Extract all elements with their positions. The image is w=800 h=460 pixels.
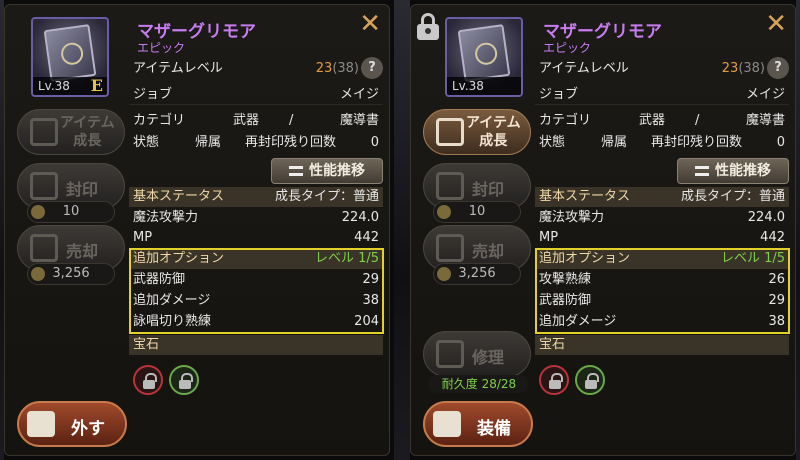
item-level-value: 23 xyxy=(721,61,739,76)
item-level-max: (38) xyxy=(738,61,765,76)
highlight-box xyxy=(129,248,384,334)
equipped-badge: E xyxy=(90,76,103,95)
performance-trend-button[interactable]: 性能推移 xyxy=(677,158,789,184)
performance-trend-button[interactable]: 性能推移 xyxy=(271,158,383,184)
help-button[interactable]: ? xyxy=(361,57,383,79)
stat-row: 魔法攻撃力 224.0 xyxy=(539,210,785,225)
gem-slot-locked[interactable] xyxy=(169,365,199,395)
lock-icon xyxy=(549,373,563,389)
category-row: カテゴリ 武器 / 魔導書 xyxy=(539,113,785,128)
item-level-max: (38) xyxy=(332,61,359,76)
state-row: 状態 帰属 再封印残り回数 0 xyxy=(539,135,785,150)
sell-price: 3,256 xyxy=(433,263,521,285)
seal-count: 10 xyxy=(27,201,115,223)
item-level-row: アイテムレベル 23(38) ? xyxy=(129,57,383,79)
armor-icon xyxy=(433,411,461,437)
grimoire-icon xyxy=(43,24,97,82)
sell-price: 3,256 xyxy=(27,263,115,285)
unequip-button[interactable]: 外す xyxy=(17,401,127,447)
state-row: 状態 帰属 再封印残り回数 0 xyxy=(133,135,379,150)
item-growth-button[interactable]: アイテム 成長 xyxy=(423,109,531,155)
lock-icon xyxy=(585,373,599,389)
job-row: ジョブ メイジ xyxy=(535,85,789,105)
close-icon[interactable]: ✕ xyxy=(765,11,787,37)
item-growth-button[interactable]: アイテム 成長 xyxy=(17,109,125,155)
stat-row: MP 442 xyxy=(539,230,785,245)
gem-slot-locked[interactable] xyxy=(539,365,569,395)
base-status-header: 基本ステータス 成長タイプ：普通 xyxy=(535,187,789,207)
repair-button[interactable]: 修理 xyxy=(423,331,531,377)
lock-icon xyxy=(143,373,157,389)
item-level-row: アイテムレベル 23(38) ? xyxy=(535,57,789,79)
item-panel-equipped: ✕ Lv.38 E マザーグリモア エピック アイテムレベル 23(38) ? … xyxy=(4,4,390,456)
trend-icon xyxy=(695,166,709,176)
hammer-icon xyxy=(436,340,464,368)
category-row: カテゴリ 武器 / 魔導書 xyxy=(133,113,379,128)
item-icon: Lv.38 xyxy=(445,17,523,97)
gem-slot-locked[interactable] xyxy=(133,365,163,395)
gem-header: 宝石 xyxy=(129,335,383,355)
gem-slot-locked[interactable] xyxy=(575,365,605,395)
trend-icon xyxy=(289,166,303,176)
item-panel-compare: ✕ Lv.38 マザーグリモア エピック アイテムレベル 23(38) ? ジョ… xyxy=(410,4,796,456)
armor-icon xyxy=(27,411,55,437)
item-rarity: エピック xyxy=(137,41,186,55)
close-icon[interactable]: ✕ xyxy=(359,11,381,37)
grimoire-icon xyxy=(457,24,511,82)
help-button[interactable]: ? xyxy=(767,57,789,79)
highlight-box xyxy=(535,248,790,334)
durability-label: 耐久度 28/28 xyxy=(429,375,529,393)
gem-header: 宝石 xyxy=(535,335,789,355)
growth-icon xyxy=(436,118,464,146)
growth-icon xyxy=(30,118,58,146)
sell-icon xyxy=(436,234,464,262)
lock-icon[interactable] xyxy=(417,13,439,41)
coin-icon xyxy=(437,267,451,281)
item-rarity: エピック xyxy=(543,41,592,55)
item-icon: Lv.38 E xyxy=(31,17,109,97)
seal-icon xyxy=(30,172,58,200)
lock-icon xyxy=(179,373,193,389)
sell-icon xyxy=(30,234,58,262)
stat-row: 魔法攻撃力 224.0 xyxy=(133,210,379,225)
item-level-badge: Lv.38 xyxy=(447,77,521,95)
item-level-value: 23 xyxy=(315,61,333,76)
stat-row: MP 442 xyxy=(133,230,379,245)
seal-stone-icon xyxy=(437,205,451,219)
seal-stone-icon xyxy=(31,205,45,219)
equip-button[interactable]: 装備 xyxy=(423,401,533,447)
seal-count: 10 xyxy=(433,201,521,223)
seal-icon xyxy=(436,172,464,200)
base-status-header: 基本ステータス 成長タイプ：普通 xyxy=(129,187,383,207)
job-row: ジョブ メイジ xyxy=(129,85,383,105)
coin-icon xyxy=(31,267,45,281)
